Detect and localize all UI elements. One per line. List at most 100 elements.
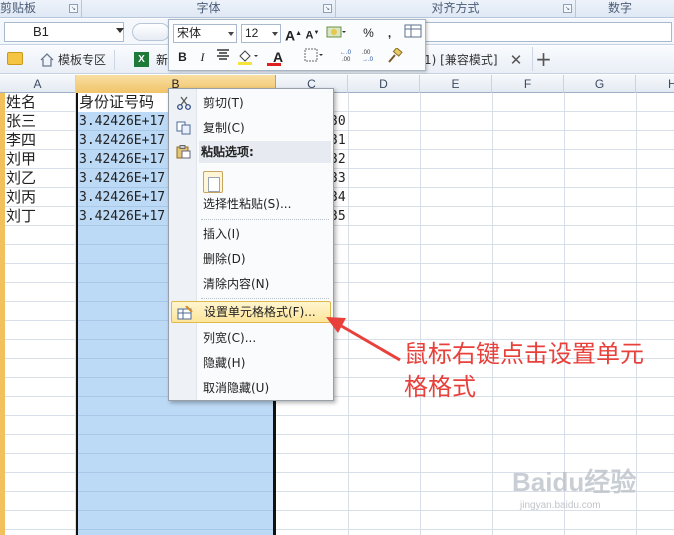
column-header-h[interactable]: H xyxy=(636,75,674,93)
cell-a3[interactable]: 李四 xyxy=(6,131,36,150)
watermark: Baidu经验 xyxy=(512,467,637,497)
cell-a2[interactable]: 张三 xyxy=(6,112,36,131)
decrease-decimal-icon: .00→.0 xyxy=(362,50,374,63)
fill-color-button[interactable] xyxy=(235,48,261,67)
format-painter-icon xyxy=(388,47,403,63)
menu-item-delete[interactable]: 删除(D) xyxy=(171,248,331,270)
formula-input[interactable] xyxy=(420,22,672,42)
column-header-a[interactable]: A xyxy=(0,75,76,93)
svg-text:←.0: ←.0 xyxy=(340,50,352,56)
chevron-down-icon[interactable] xyxy=(228,32,234,36)
cell-b4[interactable]: 3.42426E+17 xyxy=(79,150,165,169)
font-name-select[interactable]: 宋体 xyxy=(173,24,237,43)
menu-item-format-cells[interactable]: 设置单元格格式(F)... xyxy=(171,301,331,323)
close-icon[interactable]: ✕ xyxy=(508,50,524,70)
accounting-format-button[interactable] xyxy=(325,24,347,43)
menu-item-cut[interactable]: 剪切(T) xyxy=(171,92,331,114)
dialog-launcher-icon[interactable]: ↘ xyxy=(69,4,78,13)
increase-decimal-icon: ←.0.00 xyxy=(340,50,352,63)
chevron-down-icon[interactable] xyxy=(116,28,124,33)
tab-workbook[interactable]: X 新 xyxy=(130,50,168,70)
menu-item-paste-special[interactable]: 选择性粘贴(S)... xyxy=(171,193,331,215)
align-center-icon xyxy=(216,49,229,60)
format-cells-icon xyxy=(177,306,193,320)
format-painter-small-button[interactable] xyxy=(403,24,422,43)
decrease-decimal-button[interactable]: .00 →.0 xyxy=(359,48,381,67)
formula-controls xyxy=(132,23,170,41)
menu-item-hide[interactable]: 隐藏(H) xyxy=(171,352,331,374)
increase-decimal-button[interactable]: ←.0.00 xyxy=(337,48,359,67)
context-menu: 剪切(T) 复制(C) 粘贴选项: 选择性粘贴(S)... 插入(I) 删除(D… xyxy=(168,88,334,401)
menu-item-hide-label: 隐藏(H) xyxy=(203,356,246,370)
column-header-d[interactable]: D xyxy=(348,75,420,93)
cell-b7[interactable]: 3.42426E+17 xyxy=(79,207,165,226)
cell-a1[interactable]: 姓名 xyxy=(6,93,36,112)
cell-a7[interactable]: 刘丁 xyxy=(6,207,36,226)
ribbon-group-alignment: 对齐方式 ↘ xyxy=(336,0,576,18)
column-header-e[interactable]: E xyxy=(420,75,492,93)
dialog-launcher-icon[interactable]: ↘ xyxy=(323,4,332,13)
cell-b2[interactable]: 3.42426E+17 xyxy=(79,112,165,131)
column-header-f[interactable]: F xyxy=(492,75,564,93)
cell-b5[interactable]: 3.42426E+17 xyxy=(79,169,165,188)
cell-b1[interactable]: 身份证号码 xyxy=(79,93,154,112)
menu-item-clear-contents[interactable]: 清除内容(N) xyxy=(171,273,331,295)
italic-button[interactable]: I xyxy=(193,48,212,67)
paste-option-icon[interactable] xyxy=(203,171,223,193)
cell-b6[interactable]: 3.42426E+17 xyxy=(79,188,165,207)
ribbon-group-number-label: 数字 xyxy=(607,1,632,15)
grow-font-label: A xyxy=(284,27,296,44)
menu-separator xyxy=(201,219,329,220)
font-size-value: 12 xyxy=(245,26,259,40)
column-header-g[interactable]: G xyxy=(564,75,636,93)
ribbon-group-bar: 剪贴板 ↘ 字体 ↘ 对齐方式 ↘ 数字 xyxy=(0,0,674,18)
format-painter-button[interactable] xyxy=(383,47,405,67)
grid-line xyxy=(420,93,421,535)
tab-templates[interactable]: 模板专区 xyxy=(32,50,116,70)
grow-font-button[interactable]: A▲ xyxy=(284,24,303,44)
borders-button[interactable] xyxy=(303,48,325,67)
ribbon-group-clipboard: 剪贴板 ↘ xyxy=(0,0,82,18)
cell-b3[interactable]: 3.42426E+17 xyxy=(79,131,165,150)
menu-item-column-width[interactable]: 列宽(C)... xyxy=(171,327,331,349)
menu-item-format-cells-label: 设置单元格格式(F)... xyxy=(204,305,316,319)
paste-options-label: 粘贴选项: xyxy=(201,145,254,159)
percent-style-button[interactable]: % xyxy=(359,24,378,43)
home-icon xyxy=(40,53,54,67)
grid-line xyxy=(492,93,493,535)
bold-button[interactable]: B xyxy=(173,48,192,67)
currency-icon xyxy=(326,26,346,38)
cell-a4[interactable]: 刘甲 xyxy=(6,150,36,169)
comma-style-button[interactable]: , xyxy=(380,24,399,43)
copy-icon xyxy=(176,121,191,135)
paint-bucket-icon xyxy=(238,50,258,65)
font-size-select[interactable]: 12 xyxy=(241,24,281,43)
menu-item-paste-special-label: 选择性粘贴(S)... xyxy=(203,197,292,211)
cell-a6[interactable]: 刘丙 xyxy=(6,188,36,207)
menu-item-copy-label: 复制(C) xyxy=(203,121,245,135)
shrink-font-label: A xyxy=(305,29,314,42)
ribbon-group-font: 字体 ↘ xyxy=(82,0,336,18)
clipboard-icon xyxy=(176,145,191,159)
menu-item-cut-label: 剪切(T) xyxy=(203,96,244,110)
chevron-down-icon[interactable] xyxy=(272,32,278,36)
shrink-font-button[interactable]: A▼ xyxy=(303,24,322,43)
font-color-button[interactable]: A xyxy=(265,48,291,67)
align-center-button[interactable] xyxy=(213,48,232,67)
borders-icon xyxy=(304,48,323,62)
add-tab-button[interactable]: + xyxy=(532,47,554,71)
column-header-row: A B C D E F G H xyxy=(0,75,674,93)
tab-doc-title[interactable]: 1) [兼容模式] xyxy=(424,50,498,70)
menu-item-insert[interactable]: 插入(I) xyxy=(171,223,331,245)
cell-a5[interactable]: 刘乙 xyxy=(6,169,36,188)
folder-icon[interactable] xyxy=(7,52,23,65)
menu-item-unhide[interactable]: 取消隐藏(U) xyxy=(171,377,331,399)
menu-separator xyxy=(201,298,329,299)
menu-item-unhide-label: 取消隐藏(U) xyxy=(203,381,270,395)
grid-line xyxy=(348,93,349,535)
name-box[interactable]: B1 xyxy=(4,22,124,42)
svg-text:→.0: →.0 xyxy=(362,57,374,62)
ribbon-group-number: 数字 xyxy=(576,0,674,18)
menu-item-copy[interactable]: 复制(C) xyxy=(171,117,331,139)
mini-toolbar: 宋体 12 A▲ A▼ % , B I A ←.0.00 .00 →.0 xyxy=(168,19,426,71)
